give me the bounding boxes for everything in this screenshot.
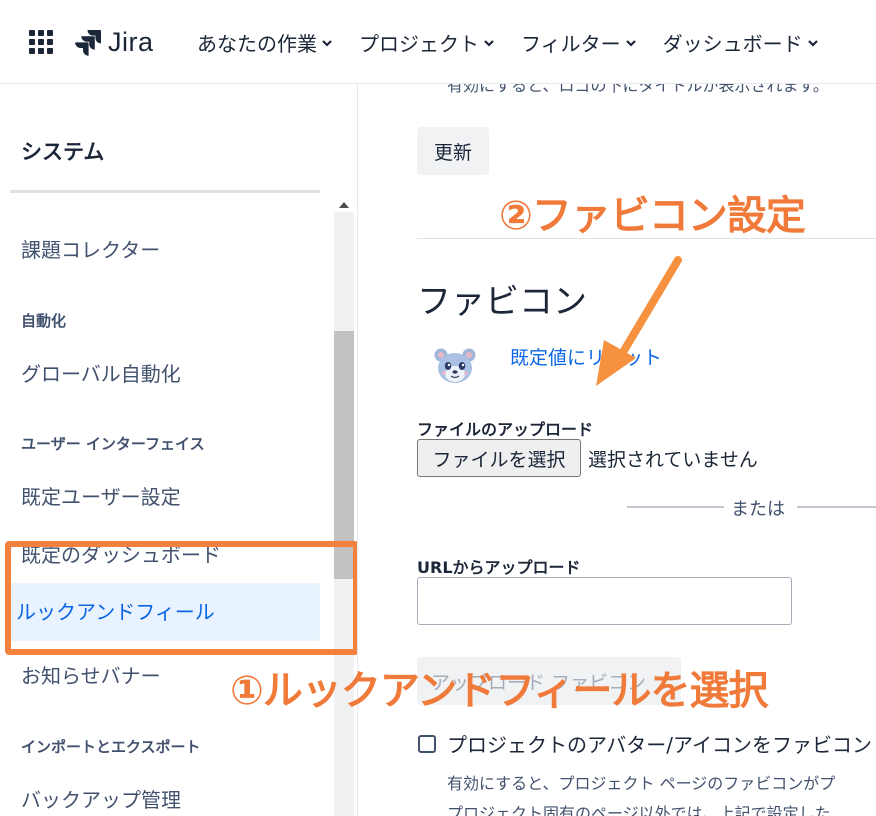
sidebar-item-default-user-settings[interactable]: 既定ユーザー設定	[21, 481, 181, 510]
annotation-step2: ②ファビコン設定	[499, 193, 806, 239]
favicon-preview-icon	[434, 348, 476, 383]
nav-your-work[interactable]: あなたの作業	[197, 28, 333, 57]
nav-dashboards-label: ダッシュボード	[662, 32, 803, 56]
nav-your-work-label: あなたの作業	[197, 32, 317, 56]
chevron-down-icon	[807, 39, 818, 47]
project-avatar-favicon-checkbox[interactable]	[418, 735, 436, 753]
app-switcher-icon[interactable]	[29, 30, 53, 54]
scroll-up-arrow-icon[interactable]	[338, 200, 350, 210]
sidebar-item-issue-collector[interactable]: 課題コレクター	[21, 234, 160, 263]
sidebar-header-automation: 自動化	[21, 312, 67, 330]
chevron-down-icon	[484, 39, 494, 47]
sidebar-item-backup-manager[interactable]: バックアップ管理	[21, 784, 181, 813]
sidebar-divider	[10, 190, 320, 193]
jira-logo-icon	[75, 30, 101, 56]
sidebar-header-user-interface: ユーザー インターフェイス	[21, 435, 205, 453]
logo-text: Jira	[108, 26, 154, 57]
nav-menu: あなたの作業 プロジェクト フィルター ダッシュボード	[197, 28, 845, 57]
annotation-highlight-box	[5, 541, 357, 655]
sidebar-item-global-automation[interactable]: グローバル自動化	[21, 358, 181, 387]
sidebar-item-announcement-banner[interactable]: お知らせバナー	[21, 660, 161, 689]
file-status-text: 選択されていません	[588, 449, 758, 471]
jira-logo[interactable]: Jira	[74, 27, 154, 57]
file-upload-label: ファイルのアップロード	[417, 420, 594, 439]
chevron-down-icon	[625, 39, 636, 47]
nav-projects[interactable]: プロジェクト	[359, 28, 495, 57]
nav-filters[interactable]: フィルター	[521, 28, 637, 57]
project-avatar-favicon-label: プロジェクトのアバター/アイコンをファビコン	[447, 733, 872, 757]
favicon-section-title: ファビコン	[417, 282, 587, 322]
sidebar-header-import-export: インポートとエクスポート	[21, 738, 201, 756]
nav-filters-label: フィルター	[521, 32, 621, 56]
title-help-text: 有効にすると、ロゴの下にタイトルが表示されます。	[447, 84, 829, 95]
checkbox-help-text-2: プロジェクト固有のページ以外では、上記で設定した	[447, 804, 831, 816]
chevron-down-icon	[322, 39, 332, 47]
or-divider-left	[627, 506, 724, 508]
update-button[interactable]: 更新	[417, 127, 489, 175]
annotation-step1: ①ルックアンドフィールを選択	[230, 668, 768, 714]
nav-dashboards[interactable]: ダッシュボード	[663, 28, 819, 57]
top-navigation: Jira あなたの作業 プロジェクト フィルター ダッシュボード	[0, 0, 876, 84]
url-upload-label: URLからアップロード	[417, 558, 581, 577]
nav-projects-label: プロジェクト	[359, 32, 479, 56]
or-text: または	[731, 499, 785, 520]
annotation-arrow-icon	[596, 256, 682, 386]
url-input[interactable]	[417, 577, 792, 625]
or-divider-right	[797, 506, 876, 508]
checkbox-help-text-1: 有効にすると、プロジェクト ページのファビコンがプ	[447, 774, 836, 793]
choose-file-button[interactable]: ファイルを選択	[417, 439, 581, 477]
sidebar-title: システム	[21, 140, 105, 164]
